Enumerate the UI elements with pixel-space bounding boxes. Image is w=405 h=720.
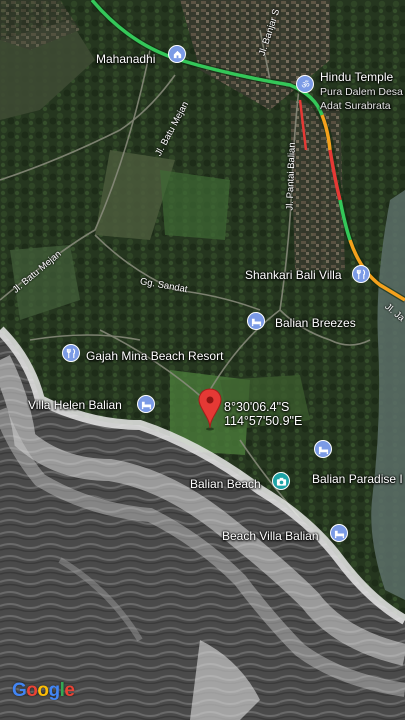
hotel-marker[interactable] <box>352 265 370 283</box>
bed-icon <box>251 318 261 326</box>
dropped-pin-icon[interactable] <box>198 388 222 432</box>
map-canvas[interactable]: Jl. Banjar S Jl. Batu Mejan Jl. Pantai B… <box>0 0 405 720</box>
bed-icon <box>318 446 328 454</box>
temple-marker[interactable]: ॐ <box>296 75 314 93</box>
hotel-marker[interactable] <box>314 440 332 458</box>
place-label-balian-breezes[interactable]: Balian Breezes <box>275 316 356 330</box>
bed-icon <box>334 530 344 538</box>
hotel-marker[interactable] <box>62 344 80 362</box>
google-logo: Google <box>12 680 75 701</box>
village-marker[interactable] <box>168 45 186 63</box>
utensils-icon <box>66 348 75 358</box>
place-label-shankari-bali-villa[interactable]: Shankari Bali Villa <box>245 268 342 282</box>
camera-icon <box>276 477 286 486</box>
pin-coordinates: 8°30'06.4"S 114°57'50.9"E <box>224 400 302 428</box>
place-sublabel: Pura Dalem Desa <box>320 86 403 98</box>
place-label-balian-beach[interactable]: Balian Beach <box>190 477 261 491</box>
attraction-marker[interactable] <box>272 472 290 490</box>
hotel-marker[interactable] <box>247 312 265 330</box>
hotel-marker[interactable] <box>137 395 155 413</box>
place-label-gajah-mina[interactable]: Gajah Mina Beach Resort <box>86 349 223 363</box>
utensils-icon <box>356 269 365 279</box>
place-sublabel: Adat Surabrata <box>320 100 391 112</box>
hotel-marker[interactable] <box>330 524 348 542</box>
village-icon <box>173 50 181 58</box>
place-label-balian-paradise[interactable]: Balian Paradise I <box>312 472 403 486</box>
place-label-hindu-temple[interactable]: Hindu Temple <box>320 70 393 84</box>
pin-longitude: 114°57'50.9"E <box>224 414 303 428</box>
svg-text:ॐ: ॐ <box>301 80 309 90</box>
place-label-mahanadhi[interactable]: Mahanadhi <box>96 52 155 66</box>
pin-latitude: 8°30'06.4"S <box>224 400 290 414</box>
om-icon: ॐ <box>301 80 309 90</box>
place-label-beach-villa-balian[interactable]: Beach Villa Balian <box>222 529 319 543</box>
place-label-villa-helen[interactable]: Villa Helen Balian <box>28 398 122 412</box>
bed-icon <box>141 401 151 409</box>
